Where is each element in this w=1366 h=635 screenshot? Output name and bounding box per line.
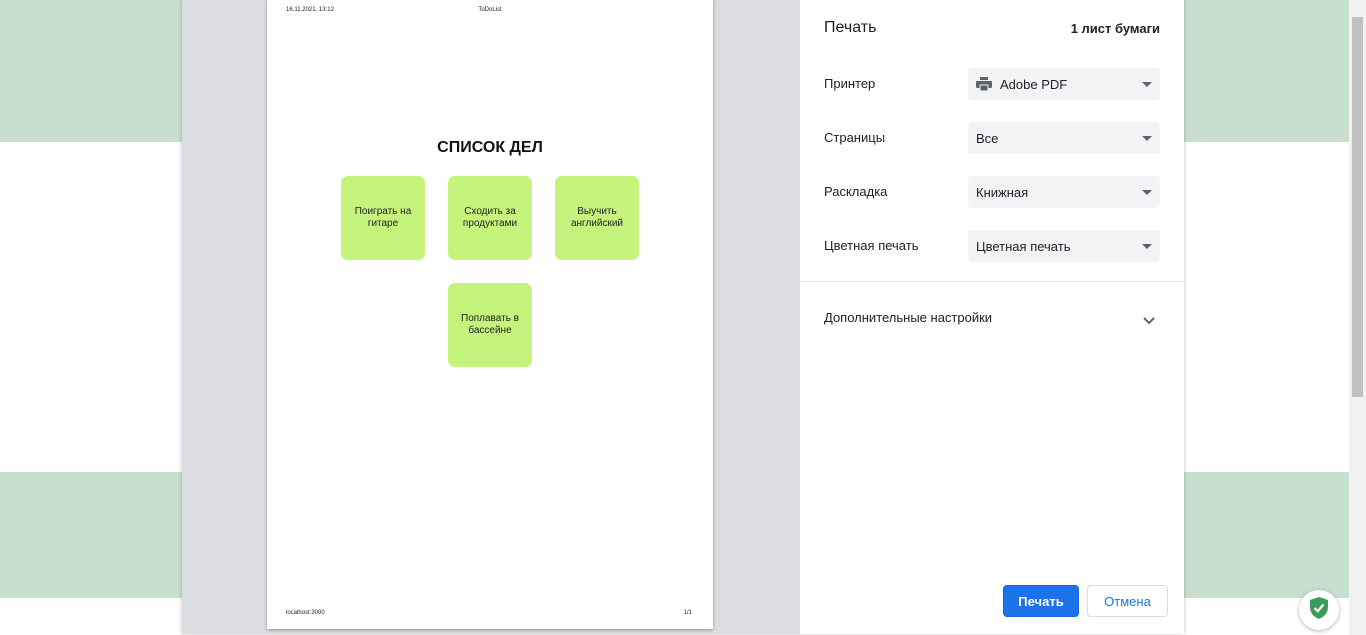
todo-card-text: Поиграть на гитаре [354, 206, 412, 229]
color-select[interactable]: Цветная печать [968, 230, 1160, 262]
print-settings-panel: Печать 1 лист бумаги Принтер Adobe PDF С… [799, 0, 1185, 634]
printer-icon [976, 77, 992, 92]
todo-card-text: Выучить английский [570, 206, 624, 229]
sheet-footer-pages: 1/1 [683, 610, 692, 616]
print-title: Печать [824, 19, 877, 36]
todo-list-title: СПИСОК ДЕЛ [437, 139, 543, 156]
page-scrollbar[interactable] [1349, 0, 1366, 635]
expand-chevron-icon[interactable] [1142, 313, 1156, 325]
sheet-header-title: ToDoList [478, 7, 502, 13]
todo-card-text: Сходить за продуктами [462, 206, 518, 229]
todo-card: Сходить за продуктами [448, 176, 532, 260]
pages-value: Все [976, 130, 999, 146]
layout-label: Раскладка [824, 184, 888, 199]
cancel-button[interactable]: Отмена [1087, 585, 1168, 617]
more-settings-toggle[interactable]: Дополнительные настройки [824, 310, 992, 325]
shield-check-icon [1308, 596, 1330, 625]
pages-label: Страницы [824, 130, 886, 145]
pages-select[interactable]: Все [968, 122, 1160, 154]
chevron-down-icon [1142, 82, 1152, 87]
printer-select[interactable]: Adobe PDF [968, 68, 1160, 100]
todo-card: Поиграть на гитаре [341, 176, 425, 260]
todo-card: Выучить английский [555, 176, 639, 260]
todo-card-text: Поплавать в бассейне [461, 313, 519, 336]
security-extension-badge[interactable] [1299, 590, 1339, 630]
sheet-footer-url: localhost:3000 [286, 610, 325, 616]
print-preview-area: 16.11.2021, 13:12 ToDoList СПИСОК ДЕЛ По… [182, 0, 799, 634]
printer-value: Adobe PDF [1000, 76, 1068, 92]
printer-label: Принтер [824, 76, 876, 91]
sheet-count: 1 лист бумаги [1070, 21, 1160, 36]
chevron-down-icon [1142, 244, 1152, 249]
print-dialog: 16.11.2021, 13:12 ToDoList СПИСОК ДЕЛ По… [182, 0, 1185, 634]
print-button[interactable]: Печать [1003, 585, 1079, 617]
layout-value: Книжная [976, 184, 1029, 200]
todo-card: Поплавать в бассейне [448, 283, 532, 367]
color-value: Цветная печать [976, 238, 1071, 254]
scrollbar-thumb[interactable] [1352, 17, 1363, 397]
settings-divider [800, 281, 1185, 282]
chevron-down-icon [1142, 190, 1152, 195]
preview-sheet: 16.11.2021, 13:12 ToDoList СПИСОК ДЕЛ По… [267, 0, 713, 629]
chevron-down-icon [1142, 136, 1152, 141]
layout-select[interactable]: Книжная [968, 176, 1160, 208]
color-label: Цветная печать [824, 238, 919, 253]
